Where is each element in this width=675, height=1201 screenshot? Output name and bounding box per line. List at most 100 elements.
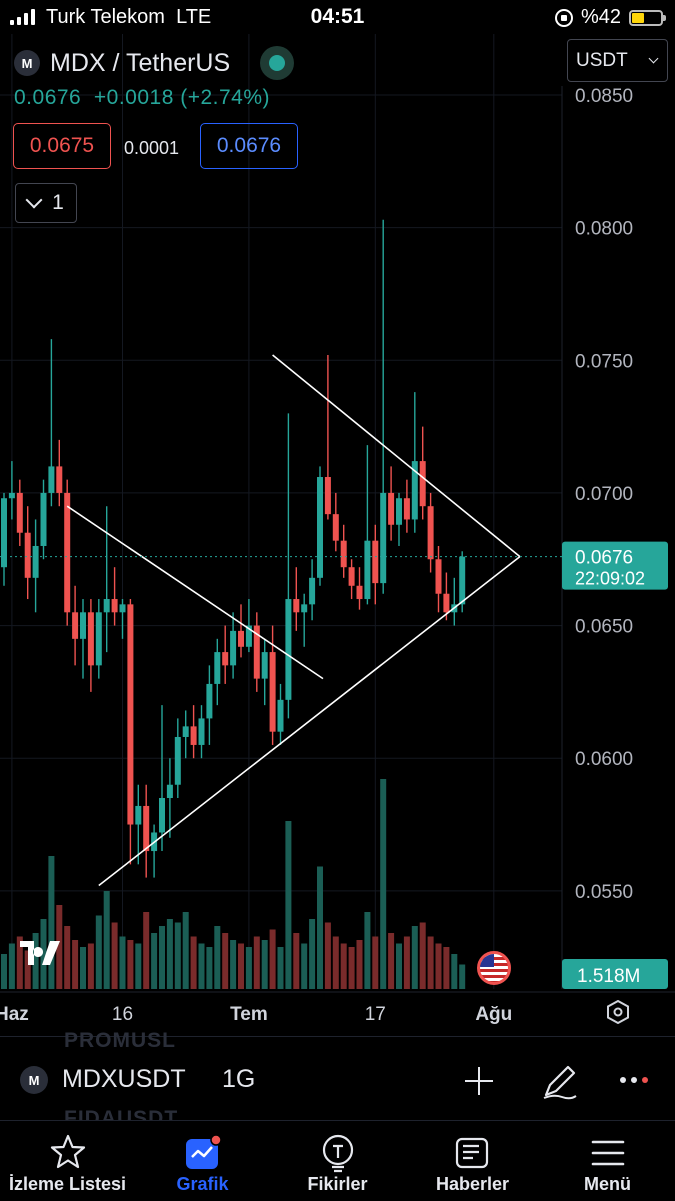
candle-body	[332, 514, 339, 541]
chart-area[interactable]: 0.0850 0.0800 0.0750 0.0700 0.0650 0.0600 0.05…	[0, 34, 675, 1034]
tab-chart[interactable]: Grafik	[135, 1121, 270, 1201]
price-change: +0.0018 (+2.74%)	[93, 86, 271, 109]
currency-value: USDT	[576, 49, 628, 71]
interval-button[interactable]: 1G	[222, 1065, 255, 1094]
volume-bar	[103, 891, 110, 989]
volume-bar	[403, 936, 410, 989]
more-options-icon[interactable]	[620, 1077, 648, 1083]
candle-body	[269, 652, 276, 732]
x-tick-label-2: Tem	[230, 1004, 268, 1025]
volume-bar	[166, 919, 173, 989]
x-tick-label-3: 17	[365, 1004, 386, 1025]
mdx-logo-icon: M	[20, 1066, 48, 1094]
candle-body	[24, 532, 31, 578]
indicators-toggle-button[interactable]: 1	[15, 183, 77, 223]
logo-glyph: M	[28, 1072, 40, 1088]
battery-percent: %42	[580, 6, 621, 28]
x-tick-label-4: Ağu	[475, 1004, 512, 1025]
volume-bar	[459, 964, 466, 989]
volume-label: 1.518M	[577, 966, 640, 987]
volume-bar	[135, 943, 142, 989]
volume-bar	[277, 947, 284, 989]
candle-body	[301, 604, 308, 613]
candle-body	[388, 492, 395, 525]
tab-label: Menü	[584, 1174, 631, 1194]
volume-bar	[182, 912, 189, 989]
candle-body	[198, 718, 205, 745]
volume-bar	[214, 926, 221, 989]
candle-body	[8, 492, 15, 499]
tab-ideas[interactable]: Fikirler	[270, 1121, 405, 1201]
y-tick-label-3: 0.0700	[575, 484, 633, 505]
volume-bar	[348, 947, 355, 989]
candle-body	[230, 630, 237, 666]
last-price: 0.0676	[14, 86, 82, 109]
volume-bar	[72, 940, 79, 989]
volume-bar	[317, 866, 323, 989]
y-tick-label-6: 0.0550	[575, 882, 633, 903]
candle-body	[364, 540, 371, 600]
symbol-title[interactable]: MDX / TetherUS	[50, 49, 230, 78]
candle-body	[32, 545, 39, 578]
buy-price-button[interactable]: 0.0676	[200, 123, 298, 169]
volume-bar	[1, 954, 7, 989]
candle-body	[317, 477, 323, 578]
candle-body	[127, 604, 134, 825]
candle-body	[380, 492, 387, 584]
lightbulb-icon	[322, 1134, 353, 1173]
candle-body	[277, 699, 284, 732]
volume-bar	[364, 912, 371, 989]
candle-body	[95, 612, 102, 666]
volume-bar	[309, 919, 316, 989]
symbol-name-button[interactable]: MDXUSDT	[62, 1065, 186, 1094]
volume-bar	[340, 943, 347, 989]
status-bar: Turk Telekom LTE 04:51 %42	[0, 0, 675, 34]
tab-label: İzleme Listesi	[8, 1174, 127, 1194]
volume-bar	[435, 943, 442, 989]
volume-bar	[119, 936, 126, 989]
volume-bar	[419, 922, 426, 989]
candle-body	[403, 498, 410, 520]
price-line: 0.0676 +0.0018 (+2.74%)	[14, 86, 270, 110]
candle-body	[396, 498, 402, 525]
candle-body	[143, 805, 150, 852]
us-flag-icon[interactable]	[477, 951, 511, 985]
tab-label: Fikirler	[307, 1174, 368, 1194]
volume-bar	[324, 922, 331, 989]
candle-body	[238, 630, 244, 647]
battery-icon	[629, 9, 666, 26]
symbol-bar: PROMUSL FIDAUSDT M MDXUSDT 1G	[0, 1029, 675, 1130]
volume-bar	[198, 943, 205, 989]
y-tick-label-0: 0.0850	[575, 86, 633, 107]
y-tick-label-1: 0.0800	[575, 219, 633, 240]
add-icon[interactable]	[463, 1065, 495, 1097]
candle-body	[285, 599, 292, 700]
candle-body	[87, 612, 94, 666]
settings-hexagon-icon[interactable]	[606, 1000, 630, 1024]
drawing-tool-icon[interactable]	[540, 1061, 580, 1101]
candle-body	[135, 805, 142, 825]
volume-bar	[396, 943, 402, 989]
tab-menu[interactable]: Menü	[540, 1121, 675, 1201]
price-chart[interactable]: 0.0850 0.0800 0.0750 0.0700 0.0650 0.0600 0.05…	[0, 34, 675, 1034]
currency-select[interactable]: USDT	[567, 39, 668, 82]
sell-price-button[interactable]: 0.0675	[13, 123, 111, 169]
volume-bar	[95, 915, 102, 989]
x-tick-label-0: Haz	[0, 1004, 29, 1025]
volume-bar	[245, 947, 252, 989]
x-tick-label-1: 16	[112, 1004, 133, 1025]
candle-body	[80, 612, 86, 639]
tab-news[interactable]: Haberler	[405, 1121, 540, 1201]
indicator-count: 1	[52, 191, 64, 214]
candle-body	[293, 599, 300, 613]
newspaper-icon	[455, 1137, 488, 1169]
tab-watchlist[interactable]: İzleme Listesi	[0, 1121, 135, 1201]
star-icon	[50, 1134, 85, 1169]
candle-body	[372, 540, 379, 584]
candle-body	[190, 726, 197, 745]
candle-body	[48, 466, 55, 493]
volume-bar	[427, 936, 434, 989]
candle-body	[324, 477, 331, 515]
candle-body	[16, 492, 23, 533]
volume-bar	[8, 943, 15, 989]
